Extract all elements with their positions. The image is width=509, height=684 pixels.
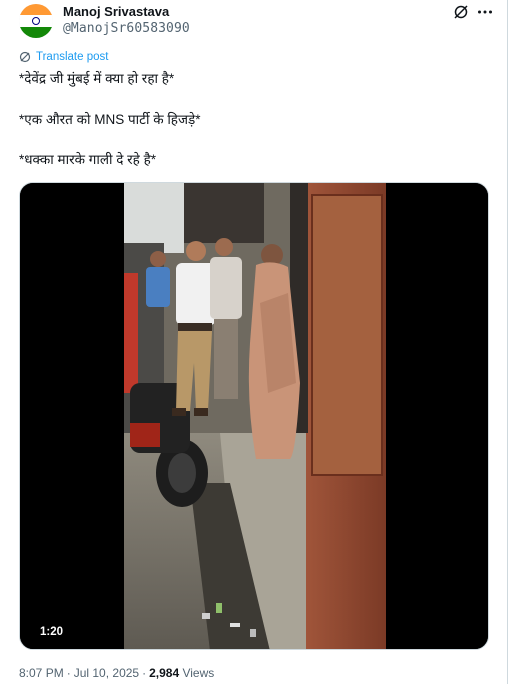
author-handle[interactable]: @ManojSr60583090 xyxy=(63,21,190,36)
views-count: 2,984 xyxy=(149,666,180,680)
tweet-card: Manoj Srivastava @ManojSr60583090 Transl… xyxy=(0,0,508,684)
meta-separator: · xyxy=(66,666,71,680)
video-duration: 1:20 xyxy=(36,625,68,639)
flag-green-band xyxy=(19,26,53,38)
video-frame xyxy=(20,183,488,649)
translate-post-link[interactable]: Translate post xyxy=(19,50,108,64)
post-date[interactable]: Jul 10, 2025 xyxy=(74,666,139,680)
post-time[interactable]: 8:07 PM xyxy=(19,666,64,680)
meta-separator: · xyxy=(142,666,147,680)
more-horizontal-icon xyxy=(478,10,492,14)
more-options-button[interactable] xyxy=(476,3,494,21)
translate-post-label: Translate post xyxy=(36,51,109,63)
views-label: Views xyxy=(182,666,215,680)
post-text-line-2: *एक औरत को MNS पार्टी के हिजड़े* xyxy=(19,112,201,127)
translate-icon xyxy=(19,51,31,63)
avatar[interactable] xyxy=(19,4,53,38)
flag-chakra-icon xyxy=(32,17,40,25)
post-metadata[interactable]: 8:07 PM · Jul 10, 2025 · 2,984 Views xyxy=(19,666,214,680)
grok-icon xyxy=(454,5,468,19)
video-player[interactable]: 1:20 xyxy=(19,182,489,650)
post-text-line-1: *देवेंद्र जी मुंबई में क्या हो रहा है* xyxy=(19,71,175,86)
post-text-line-3: *धक्का मारके गाली दे रहे है* xyxy=(19,152,157,167)
grok-button[interactable] xyxy=(452,3,470,21)
flag-saffron-band xyxy=(19,4,53,16)
author-display-name[interactable]: Manoj Srivastava xyxy=(63,4,169,19)
